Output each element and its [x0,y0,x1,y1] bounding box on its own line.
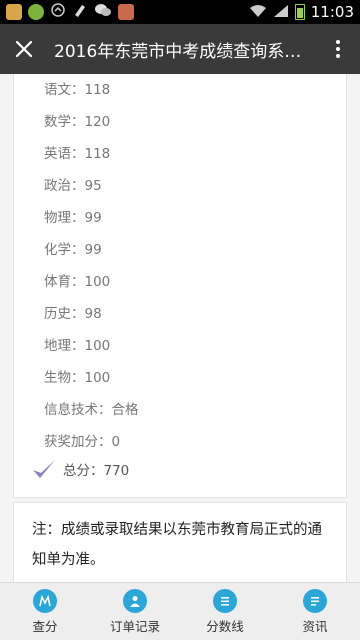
bottom-nav: 查分 订单记录 分数线 资讯 [0,582,360,640]
battery-icon [294,4,305,20]
app-notification-icon [118,4,134,20]
status-time: 11:03 [310,3,354,21]
notification-icons [6,2,134,22]
cleaner-icon [72,2,88,22]
score-icon [33,588,57,613]
close-button[interactable] [0,24,48,74]
usb-icon [50,2,66,22]
wechat-icon [94,2,112,22]
score-row-geography: 地理：100 [44,338,111,354]
system-icons: 11:03 [249,3,354,22]
score-row-chinese: 语文：118 [44,82,111,98]
score-row-math: 数学：120 [44,114,111,130]
nav-item-label: 查分 [32,618,58,634]
score-row-english: 英语：118 [44,146,111,162]
score-card: 语文：118 数学：120 英语：118 政治：95 物理：99 化学：99 体… [13,74,347,498]
score-line-icon [213,588,237,613]
notice-text: 注：成绩或录取结果以东莞市教育局正式的通知单为准。 [32,522,322,568]
nav-item-label: 资讯 [302,618,328,634]
order-record-icon [123,588,147,613]
nav-item-label: 订单记录 [109,618,160,634]
close-icon [15,40,33,58]
score-row-history: 历史：98 [44,306,102,322]
score-row-chemistry: 化学：99 [44,242,102,258]
score-row-biology: 生物：100 [44,370,111,386]
nav-item-score[interactable]: 查分 [0,583,90,640]
nav-item-news[interactable]: 资讯 [270,583,360,640]
score-row-bonus: 获奖加分：0 [44,434,121,450]
total-score-label: 总分：770 [63,463,130,479]
title-bar: 2016年东莞市中考成绩查询系… [0,24,360,74]
status-bar: 11:03 [0,0,360,24]
content-area[interactable]: 语文：118 数学：120 英语：118 政治：95 物理：99 化学：99 体… [0,74,360,582]
score-row-politics: 政治：95 [44,178,102,194]
checkmark-icon [33,460,55,478]
more-button[interactable] [316,24,360,74]
news-icon [303,588,327,613]
score-row-pe: 体育：100 [44,274,111,290]
nav-item-label: 分数线 [206,618,244,634]
nav-item-order-record[interactable]: 订单记录 [90,583,180,640]
score-row-it: 信息技术：合格 [44,402,139,418]
more-vertical-icon [336,40,340,58]
page-title: 2016年东莞市中考成绩查询系… [54,41,302,62]
notice-box: 注：成绩或录取结果以东莞市教育局正式的通知单为准。 [13,502,347,582]
app-notification-icon [28,4,44,20]
score-row-physics: 物理：99 [44,210,102,226]
signal-icon [273,3,289,22]
total-score: 总分：770 [31,458,129,480]
wifi-icon [249,3,267,22]
nav-item-score-line[interactable]: 分数线 [180,583,270,640]
app-notification-icon [6,4,22,20]
